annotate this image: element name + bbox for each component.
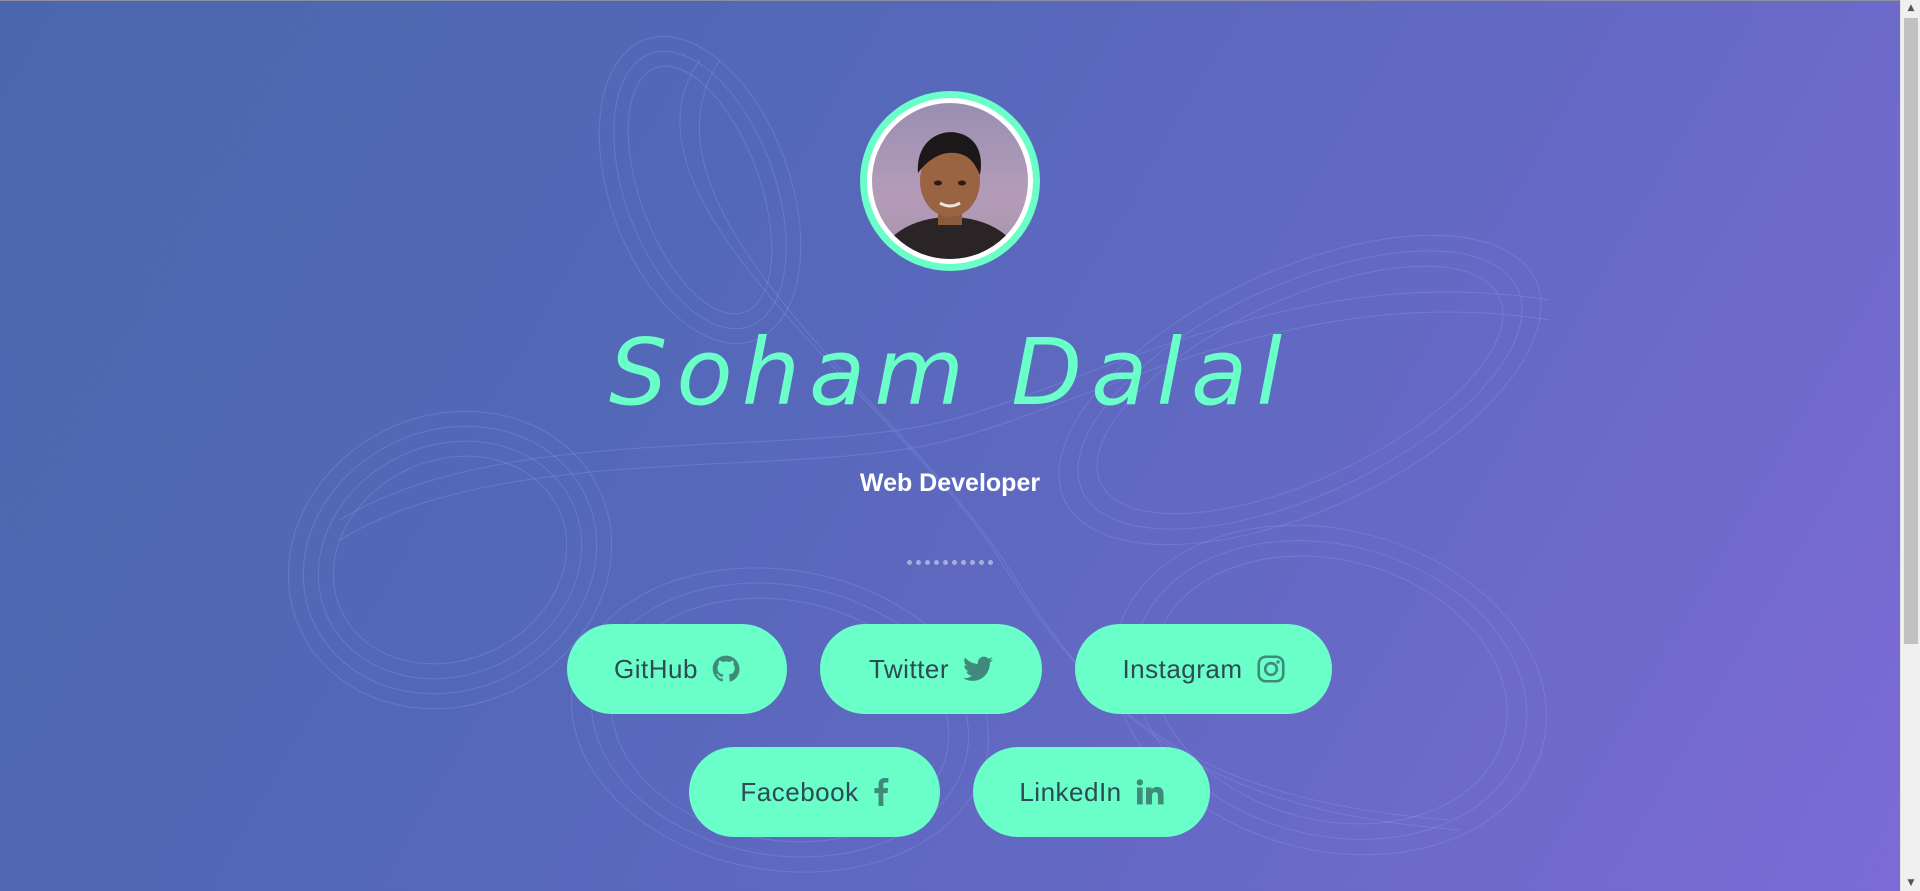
profile-role: Web Developer (859, 469, 1041, 497)
avatar-photo (872, 103, 1028, 259)
divider-dot (988, 560, 993, 565)
divider-dot (943, 560, 948, 565)
scroll-up-arrow-icon[interactable]: ▲ (1901, 0, 1920, 16)
twitter-link-button[interactable]: Twitter (820, 624, 1042, 714)
divider-dot (979, 560, 984, 565)
instagram-link-button[interactable]: Instagram (1075, 624, 1332, 714)
profile-name: Soham Dalal (609, 319, 1291, 426)
twitter-icon (963, 656, 994, 681)
divider-dot (907, 560, 912, 565)
person-portrait-icon (880, 132, 1020, 259)
github-link-button[interactable]: GitHub (567, 624, 787, 714)
instagram-label: Instagram (1122, 653, 1243, 684)
github-icon (712, 655, 740, 682)
profile-page: Soham Dalal Web Developer GitHub Twitter… (0, 0, 1900, 891)
divider-dot (925, 560, 930, 565)
linkedin-link-button[interactable]: LinkedIn (973, 747, 1210, 837)
divider-dot (952, 560, 957, 565)
divider-dot (970, 560, 975, 565)
scroll-down-arrow-icon[interactable]: ▼ (1901, 875, 1920, 891)
divider-dot (916, 560, 921, 565)
linkedin-icon (1136, 779, 1164, 805)
divider-dot (961, 560, 966, 565)
facebook-link-button[interactable]: Facebook (689, 747, 940, 837)
avatar (860, 91, 1040, 271)
divider-dot (934, 560, 939, 565)
instagram-icon (1257, 655, 1285, 683)
vertical-scrollbar[interactable]: ▲ ▼ (1900, 0, 1920, 891)
divider-dots (0, 560, 1900, 565)
linkedin-label: LinkedIn (1019, 776, 1122, 807)
facebook-icon (873, 778, 888, 806)
facebook-label: Facebook (740, 776, 859, 807)
github-label: GitHub (614, 653, 698, 684)
twitter-label: Twitter (868, 653, 950, 684)
scrollbar-thumb[interactable] (1904, 18, 1918, 644)
